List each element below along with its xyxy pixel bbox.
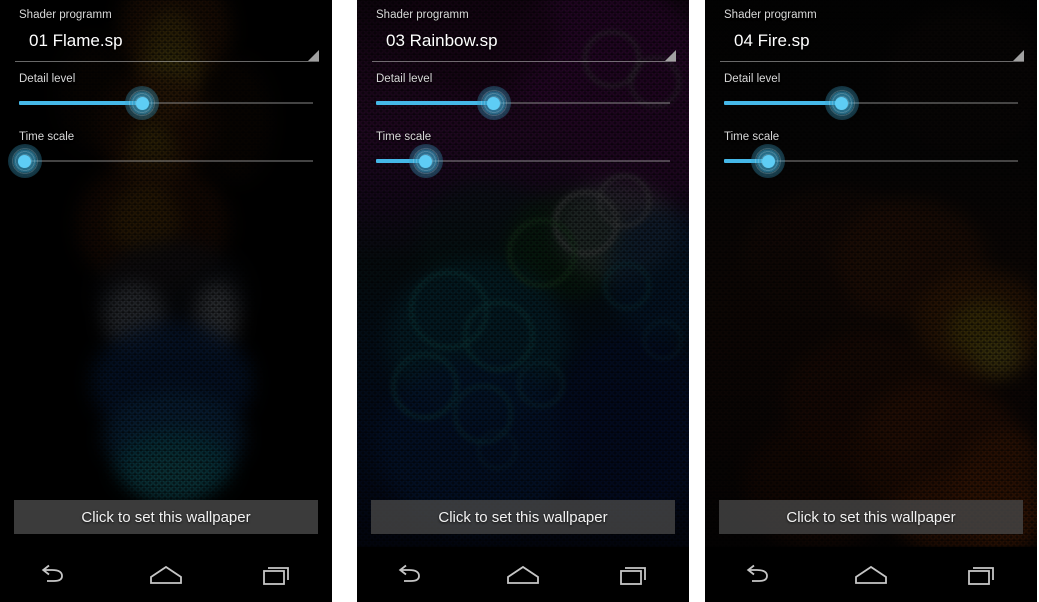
shader-program-spinner[interactable]: 01 Flame.sp bbox=[13, 22, 319, 62]
time-scale-slider[interactable] bbox=[7, 144, 318, 178]
thumb-rings bbox=[127, 88, 158, 118]
screen-flame: Shader programm 01 Flame.sp Detail level bbox=[0, 0, 332, 547]
chevron-down-icon bbox=[1013, 50, 1024, 61]
set-wallpaper-label: Click to set this wallpaper bbox=[786, 508, 956, 526]
thumb-rings bbox=[478, 88, 509, 118]
detail-level-slider[interactable] bbox=[14, 86, 318, 120]
time-scale-slider[interactable] bbox=[371, 144, 675, 178]
detail-level-label: Detail level bbox=[376, 73, 433, 85]
detail-level-slider[interactable] bbox=[719, 86, 1023, 120]
slider-fill bbox=[19, 101, 143, 105]
slider-thumb[interactable] bbox=[751, 144, 786, 178]
detail-level-label: Detail level bbox=[19, 73, 76, 85]
recent-apps-button[interactable] bbox=[240, 552, 314, 598]
home-button[interactable] bbox=[486, 552, 560, 598]
time-scale-block: Time scale bbox=[705, 131, 1037, 178]
detail-level-label: Detail level bbox=[724, 73, 781, 85]
detail-level-block: Detail level bbox=[0, 73, 332, 120]
time-scale-label: Time scale bbox=[19, 131, 75, 143]
time-scale-label: Time scale bbox=[376, 131, 432, 143]
set-wallpaper-button[interactable]: Click to set this wallpaper bbox=[719, 500, 1023, 534]
time-scale-label: Time scale bbox=[724, 131, 780, 143]
time-scale-block: Time scale bbox=[357, 131, 689, 178]
thumb-rings bbox=[410, 146, 441, 176]
shader-program-value: 03 Rainbow.sp bbox=[386, 31, 498, 50]
set-wallpaper-label: Click to set this wallpaper bbox=[438, 508, 608, 526]
slider-fill bbox=[376, 101, 494, 105]
controls-overlay-flame: Shader programm 01 Flame.sp Detail level bbox=[0, 0, 332, 178]
back-button[interactable] bbox=[723, 552, 797, 598]
slider-thumb[interactable] bbox=[125, 86, 160, 120]
chevron-down-icon bbox=[308, 50, 319, 61]
android-navigation-bar bbox=[705, 547, 1037, 602]
android-navigation-bar bbox=[0, 547, 332, 602]
controls-overlay-rainbow: Shader programm 03 Rainbow.sp Detail lev… bbox=[357, 0, 689, 178]
set-wallpaper-button[interactable]: Click to set this wallpaper bbox=[371, 500, 675, 534]
set-wallpaper-label: Click to set this wallpaper bbox=[81, 508, 251, 526]
time-scale-block: Time scale bbox=[0, 131, 332, 178]
home-icon bbox=[507, 565, 539, 584]
back-arrow-icon bbox=[747, 564, 769, 582]
screen-rainbow: Shader programm 03 Rainbow.sp Detail lev… bbox=[357, 0, 689, 547]
controls-overlay-fire: Shader programm 04 Fire.sp Detail level bbox=[705, 0, 1037, 178]
spinner-label: Shader programm bbox=[376, 9, 469, 21]
spinner-underline bbox=[720, 61, 1024, 62]
phone-panel-flame: Shader programm 01 Flame.sp Detail level bbox=[0, 0, 332, 602]
phone-panel-fire: Shader programm 04 Fire.sp Detail level bbox=[705, 0, 1037, 602]
slider-thumb[interactable] bbox=[824, 86, 859, 120]
thumb-rings bbox=[826, 88, 857, 118]
back-button[interactable] bbox=[375, 552, 449, 598]
spinner-label: Shader programm bbox=[724, 9, 817, 21]
thumb-rings bbox=[9, 146, 40, 176]
slider-thumb[interactable] bbox=[408, 144, 443, 178]
set-wallpaper-button[interactable]: Click to set this wallpaper bbox=[14, 500, 318, 534]
time-scale-slider[interactable] bbox=[719, 144, 1023, 178]
chevron-down-icon bbox=[665, 50, 676, 61]
android-navigation-bar bbox=[357, 547, 689, 602]
detail-level-block: Detail level bbox=[357, 73, 689, 120]
recent-apps-button[interactable] bbox=[945, 552, 1019, 598]
shader-program-spinner[interactable]: 04 Fire.sp bbox=[718, 22, 1024, 62]
home-icon bbox=[150, 565, 182, 584]
slider-thumb[interactable] bbox=[476, 86, 511, 120]
back-arrow-icon bbox=[42, 564, 64, 582]
shader-program-value: 01 Flame.sp bbox=[29, 31, 123, 50]
shader-program-spinner[interactable]: 03 Rainbow.sp bbox=[370, 22, 676, 62]
screenshot-stage: Shader programm 01 Flame.sp Detail level bbox=[0, 0, 1039, 602]
thumb-rings bbox=[753, 146, 784, 176]
slider-fill bbox=[724, 101, 842, 105]
home-button[interactable] bbox=[834, 552, 908, 598]
spinner-underline bbox=[15, 61, 319, 62]
back-arrow-icon bbox=[399, 564, 421, 582]
recent-apps-icon bbox=[262, 566, 289, 585]
home-icon bbox=[855, 565, 887, 584]
spinner-underline bbox=[372, 61, 676, 62]
screen-fire: Shader programm 04 Fire.sp Detail level bbox=[705, 0, 1037, 547]
phone-panel-rainbow: Shader programm 03 Rainbow.sp Detail lev… bbox=[357, 0, 689, 602]
spinner-label: Shader programm bbox=[19, 9, 112, 21]
slider-track bbox=[19, 160, 313, 162]
back-button[interactable] bbox=[18, 552, 92, 598]
detail-level-slider[interactable] bbox=[371, 86, 675, 120]
recent-apps-button[interactable] bbox=[597, 552, 671, 598]
detail-level-block: Detail level bbox=[705, 73, 1037, 120]
recent-apps-icon bbox=[967, 566, 994, 585]
slider-thumb[interactable] bbox=[7, 144, 42, 178]
shader-program-value: 04 Fire.sp bbox=[734, 31, 810, 50]
home-button[interactable] bbox=[129, 552, 203, 598]
recent-apps-icon bbox=[619, 566, 646, 585]
